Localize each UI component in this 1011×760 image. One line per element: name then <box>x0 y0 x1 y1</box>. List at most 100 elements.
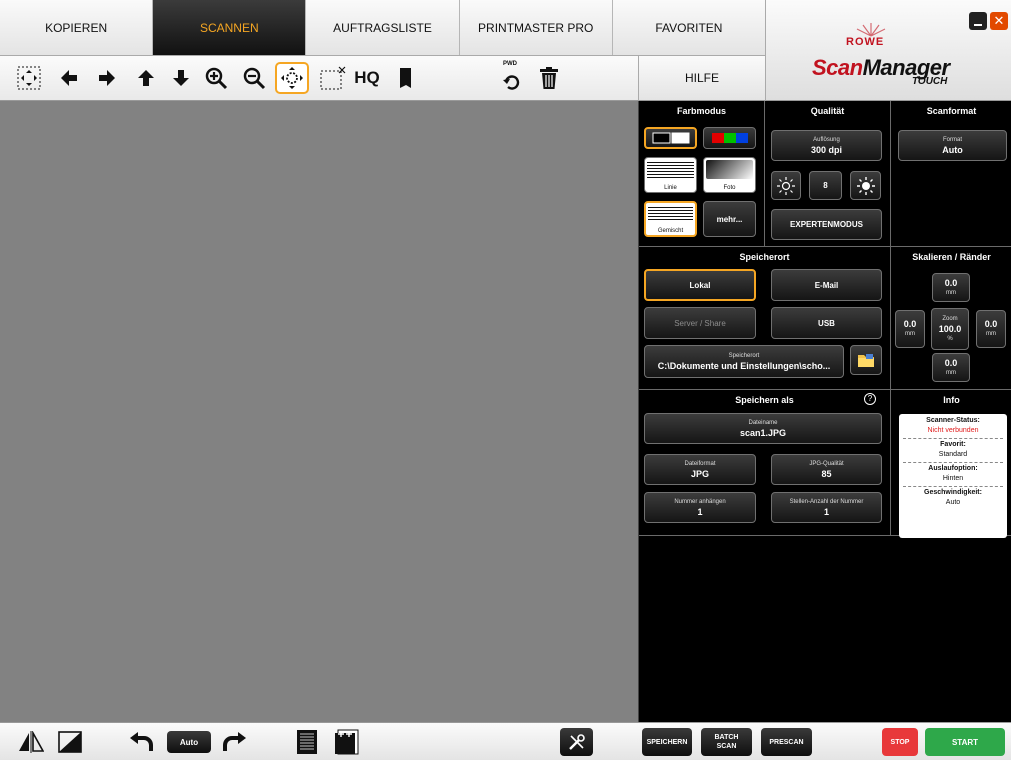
stellen-anzahl-button[interactable]: Stellen-Anzahl der Nummer 1 <box>771 492 882 523</box>
sun-filled-icon <box>856 176 875 195</box>
arrow-down-icon[interactable] <box>164 62 198 94</box>
email-button[interactable]: E-Mail <box>771 269 882 301</box>
rowe-logo-icon <box>856 23 886 37</box>
info-box: Scanner-Status: Nicht verbunden Favorit:… <box>899 414 1007 538</box>
rotate-left-icon[interactable] <box>127 728 157 756</box>
expertenmodus-button[interactable]: EXPERTENMODUS <box>771 209 882 240</box>
dateiname-button[interactable]: Dateiname scan1.JPG <box>644 413 882 444</box>
skalieren-section: Skalieren / Ränder 0.0 mm 0.0 mm Zoom 100.… <box>891 247 1011 390</box>
skalieren-title: Skalieren / Ränder <box>912 252 991 262</box>
minimize-button[interactable] <box>969 12 987 30</box>
batch-scan-button[interactable]: BATCH SCAN <box>701 728 752 756</box>
margin-right-button[interactable]: 0.0 mm <box>976 310 1006 348</box>
nummer-anhaengen-button[interactable]: Nummer anhängen 1 <box>644 492 756 523</box>
mode-bw-button[interactable] <box>644 127 697 149</box>
scanner-status-value: Nicht verbunden <box>903 426 1003 439</box>
help-icon[interactable]: ? <box>864 393 876 405</box>
gemischt-label: Gemischt <box>657 228 684 234</box>
mode-linie-button[interactable]: Linie <box>644 157 697 193</box>
dateiformat-button[interactable]: Dateiformat JPG <box>644 454 756 485</box>
hilfe-button[interactable]: HILFE <box>638 56 765 101</box>
speichern-button[interactable]: SPEICHERN <box>642 728 692 756</box>
folder-icon <box>858 354 874 367</box>
brightness-value[interactable]: 8 <box>809 171 842 200</box>
info-title: Info <box>943 395 960 405</box>
aufloesung-button[interactable]: Auflösung 300 dpi <box>771 130 882 161</box>
folder-browse-button[interactable] <box>850 345 882 375</box>
gemischt-icon <box>648 205 693 222</box>
arrow-left-icon[interactable] <box>52 62 86 94</box>
fit-to-window-icon[interactable] <box>12 62 46 94</box>
sun-outline-icon <box>777 176 795 195</box>
close-button[interactable]: ✕ <box>990 12 1008 30</box>
arrow-up-icon[interactable] <box>129 62 163 94</box>
document-icon[interactable] <box>389 62 423 94</box>
select-area-icon[interactable] <box>316 62 350 94</box>
lokal-button[interactable]: Lokal <box>644 269 756 301</box>
farbmodus-section: Farbmodus Linie Foto Gemischt mehr... <box>639 101 765 247</box>
mode-foto-button[interactable]: Foto <box>703 157 756 193</box>
trash-icon[interactable] <box>532 62 566 94</box>
jpg-quality-button[interactable]: JPG-Qualität 85 <box>771 454 882 485</box>
auslauf-value: Hinten <box>903 474 1003 487</box>
add-pages-icon[interactable] <box>333 728 361 756</box>
foto-icon <box>706 160 753 179</box>
brand-logo-area: ROWE ScanManager TOUCH ✕ <box>765 0 1011 101</box>
single-page-icon[interactable] <box>294 728 320 756</box>
mode-gemischt-button[interactable]: Gemischt <box>644 201 697 237</box>
settings-panel: Farbmodus Linie Foto Gemischt mehr... Qu… <box>638 101 1011 722</box>
zoom-in-icon[interactable] <box>199 62 233 94</box>
hq-icon[interactable]: HQ <box>350 62 384 94</box>
auto-rotate-button[interactable]: Auto <box>167 731 211 753</box>
move-center-icon[interactable] <box>275 62 309 94</box>
brightness-down-button[interactable] <box>771 171 801 200</box>
tools-icon[interactable] <box>560 728 593 756</box>
favorit-value: Standard <box>903 450 1003 463</box>
arrow-right-icon[interactable] <box>90 62 124 94</box>
touch-logo-text: TOUCH <box>912 76 948 87</box>
tab-favoriten[interactable]: FAVORITEN <box>613 0 765 55</box>
scanformat-title: Scanformat <box>926 106 977 116</box>
main-tab-bar: KOPIEREN SCANNEN AUFTRAGSLISTE PRINTMAST… <box>0 0 765 56</box>
margin-top-button[interactable]: 0.0 mm <box>932 273 970 302</box>
server-share-button[interactable]: Server / Share <box>644 307 756 339</box>
prescan-button[interactable]: PRESCAN <box>761 728 812 756</box>
speicherort-path-button[interactable]: Speicherort C:\Dokumente und Einstellung… <box>644 345 844 378</box>
brightness-up-button[interactable] <box>850 171 881 200</box>
undo-pwd-icon[interactable]: PWD <box>495 61 529 94</box>
speed-value: Auto <box>945 499 961 506</box>
margin-bottom-button[interactable]: 0.0 mm <box>932 353 970 382</box>
scan-preview-area[interactable] <box>0 101 638 722</box>
invert-icon[interactable] <box>55 728 85 756</box>
mirror-icon[interactable] <box>16 728 46 756</box>
speicherort-section: Speicherort Lokal E-Mail Server / Share … <box>639 247 891 390</box>
pwd-label: PWD <box>503 61 517 67</box>
mode-color-button[interactable] <box>703 127 756 149</box>
farbmodus-title: Farbmodus <box>676 106 726 116</box>
rowe-logo-text: ROWE <box>846 36 885 48</box>
bottom-toolbar: Auto SPEICHERN BATCH SCAN PRESCAN STOP ST… <box>0 722 1011 760</box>
rgb-icon <box>711 133 748 143</box>
foto-label: Foto <box>723 185 736 191</box>
tab-scannen[interactable]: SCANNEN <box>153 0 307 55</box>
tab-kopieren[interactable]: KOPIEREN <box>0 0 154 55</box>
linie-label: Linie <box>664 185 677 191</box>
stop-button[interactable]: STOP <box>882 728 918 756</box>
speichern-als-section: Speichern als ? Dateiname scan1.JPG Date… <box>639 390 891 536</box>
tab-printmaster-pro[interactable]: PRINTMASTER PRO <box>460 0 613 55</box>
speichern-als-title: Speichern als <box>735 395 794 405</box>
qualitaet-section: Qualität Auflösung 300 dpi 8 EXPERTENMOD… <box>765 101 891 247</box>
qualitaet-title: Qualität <box>810 106 845 116</box>
mode-mehr-button[interactable]: mehr... <box>703 201 756 237</box>
rotate-right-icon[interactable] <box>219 728 249 756</box>
linie-icon <box>647 160 694 179</box>
format-button[interactable]: Format Auto <box>898 130 1007 161</box>
zoom-button[interactable]: Zoom 100.0 % <box>931 308 969 350</box>
usb-button[interactable]: USB <box>771 307 882 339</box>
margin-left-button[interactable]: 0.0 mm <box>895 310 925 348</box>
zoom-out-icon[interactable] <box>237 62 271 94</box>
tab-auftragsliste[interactable]: AUFTRAGSLISTE <box>306 0 460 55</box>
start-button[interactable]: START <box>925 728 1005 756</box>
preview-toolbar: HQ PWD <box>0 56 638 101</box>
speicherort-title: Speicherort <box>739 252 790 262</box>
